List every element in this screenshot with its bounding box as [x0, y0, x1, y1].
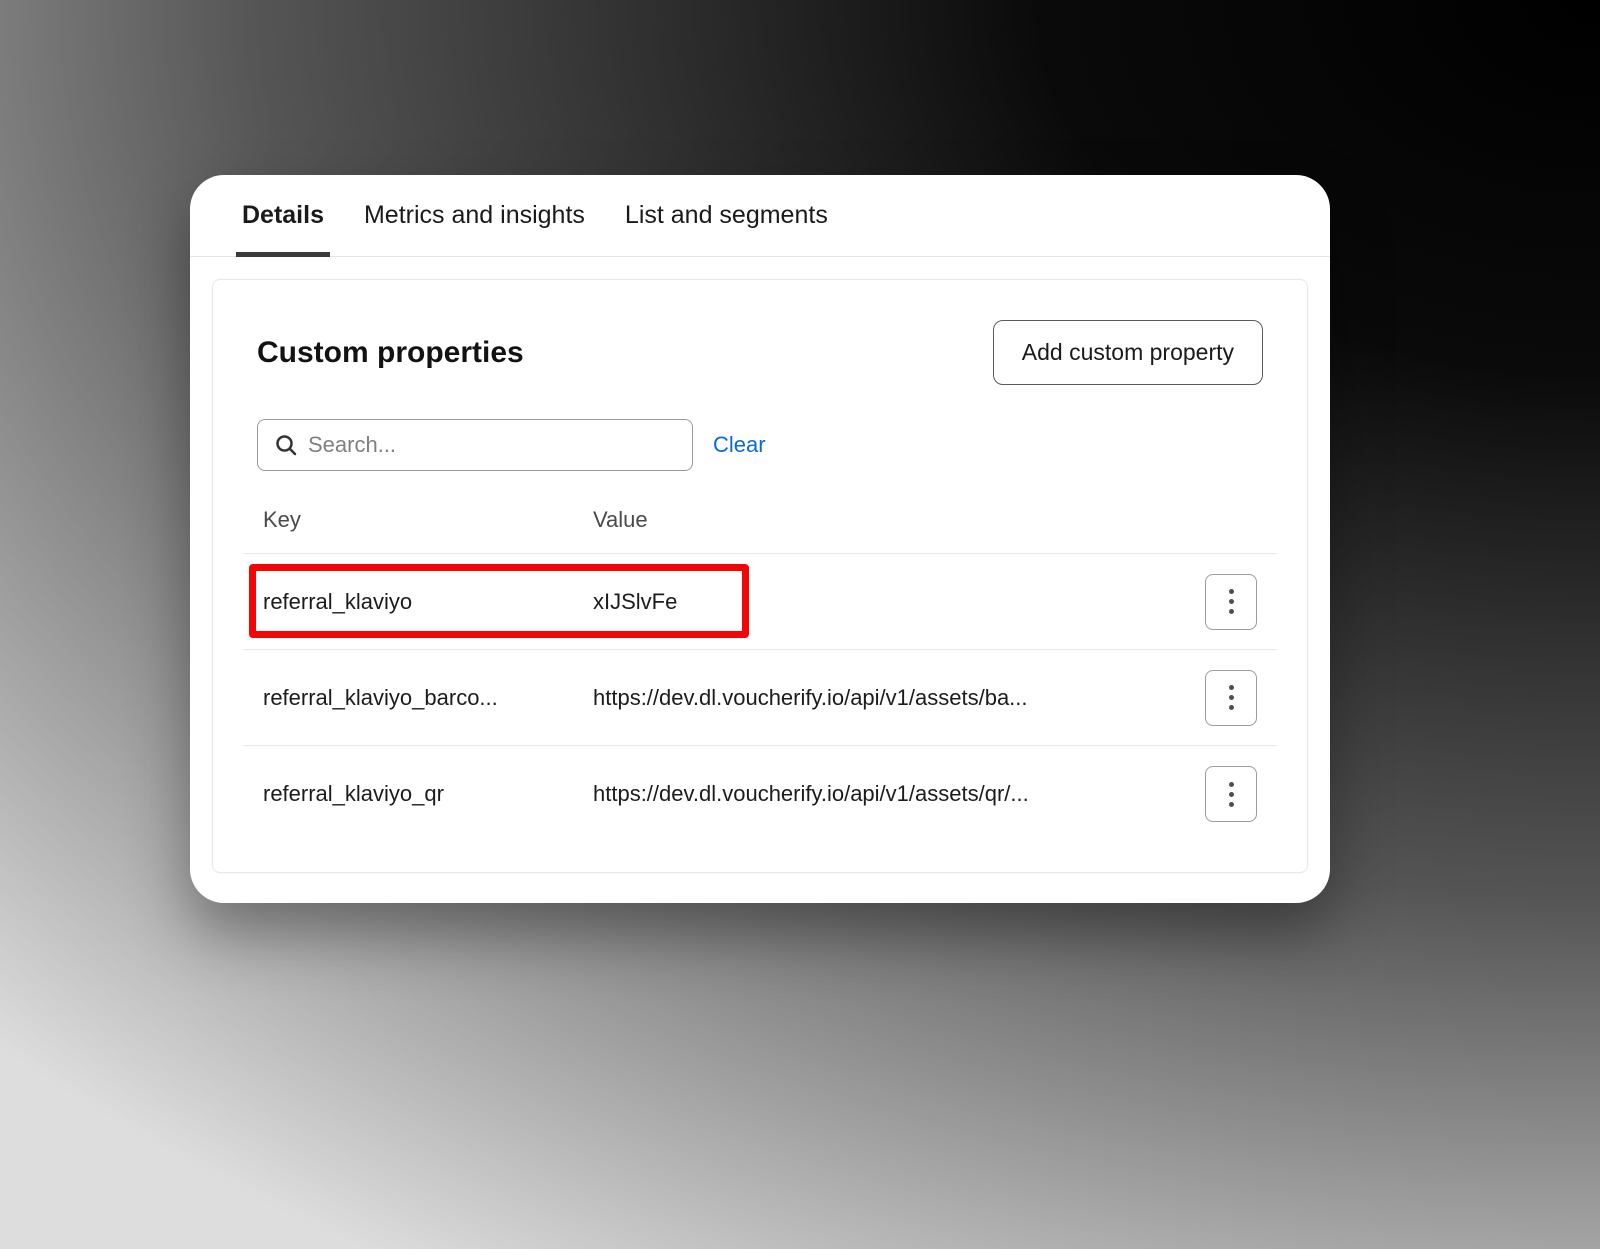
cell-value: https://dev.dl.voucherify.io/api/v1/asse… — [593, 781, 1185, 807]
table-row: referral_klaviyo_barco... https://dev.dl… — [243, 650, 1277, 746]
col-header-value: Value — [593, 507, 1185, 533]
properties-table: Key Value referral_klaviyo xIJSlvFe refe… — [243, 507, 1277, 842]
card-header: Custom properties Add custom property — [243, 320, 1277, 385]
custom-properties-card: Custom properties Add custom property Cl… — [212, 279, 1308, 873]
tab-details[interactable]: Details — [242, 201, 324, 256]
search-input[interactable] — [308, 432, 676, 458]
search-row: Clear — [243, 419, 1277, 471]
card-title: Custom properties — [257, 336, 524, 370]
tab-list-segments[interactable]: List and segments — [625, 201, 828, 256]
tab-metrics-insights[interactable]: Metrics and insights — [364, 201, 585, 256]
row-actions-button[interactable] — [1205, 670, 1257, 726]
table-header: Key Value — [243, 507, 1277, 554]
table-row: referral_klaviyo xIJSlvFe — [243, 554, 1277, 650]
add-custom-property-button[interactable]: Add custom property — [993, 320, 1263, 385]
cell-key: referral_klaviyo — [263, 589, 593, 615]
clear-link[interactable]: Clear — [713, 432, 766, 458]
search-icon — [274, 433, 298, 457]
tab-bar: Details Metrics and insights List and se… — [190, 175, 1330, 257]
window: Details Metrics and insights List and se… — [190, 175, 1330, 903]
cell-value: xIJSlvFe — [593, 589, 1185, 615]
col-header-key: Key — [263, 507, 593, 533]
table-row: referral_klaviyo_qr https://dev.dl.vouch… — [243, 746, 1277, 842]
cell-key: referral_klaviyo_qr — [263, 781, 593, 807]
search-box[interactable] — [257, 419, 693, 471]
cell-key: referral_klaviyo_barco... — [263, 685, 593, 711]
cell-value: https://dev.dl.voucherify.io/api/v1/asse… — [593, 685, 1185, 711]
row-actions-button[interactable] — [1205, 766, 1257, 822]
row-actions-button[interactable] — [1205, 574, 1257, 630]
